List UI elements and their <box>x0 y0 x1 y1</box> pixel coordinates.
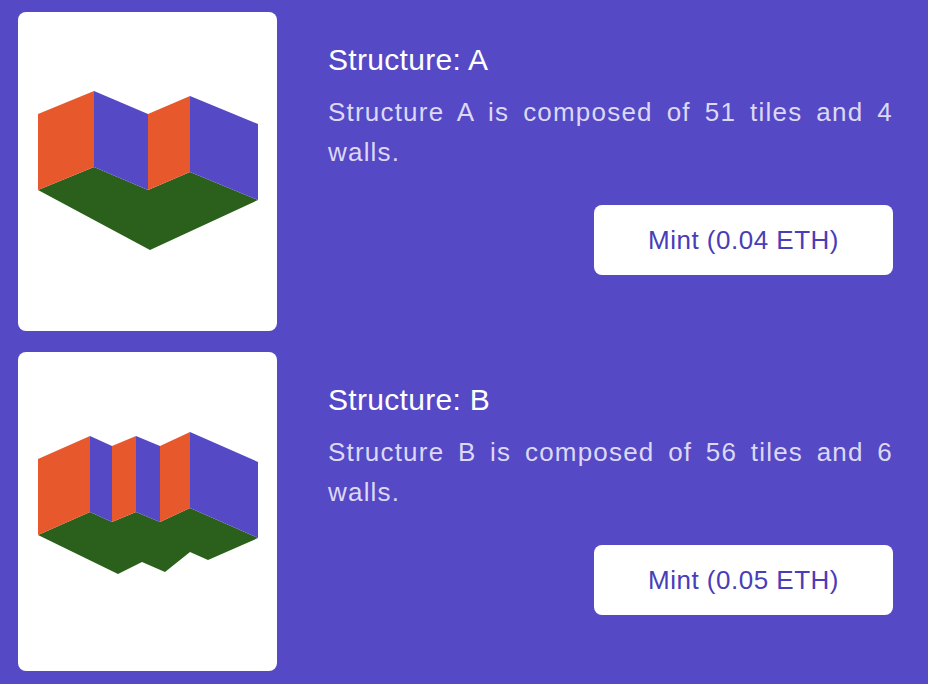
structure-info: Structure: B Structure B is composed of 5… <box>328 352 893 671</box>
wall <box>38 436 90 535</box>
wall <box>90 436 112 522</box>
structure-title: Structure: B <box>328 382 893 418</box>
wall <box>190 96 258 200</box>
structure-figure-icon <box>18 12 277 331</box>
mint-button[interactable]: Mint (0.04 ETH) <box>594 205 893 275</box>
structure-description: Structure B is composed of 56 tiles and … <box>328 432 893 512</box>
structure-card <box>18 352 277 671</box>
structure-info: Structure: A Structure A is composed of 5… <box>328 12 893 331</box>
structure-description: Structure A is composed of 51 tiles and … <box>328 92 893 172</box>
wall <box>94 91 148 190</box>
structure-row: Structure: A Structure A is composed of 5… <box>18 12 893 331</box>
wall <box>160 432 190 522</box>
wall <box>148 96 190 190</box>
structure-row: Structure: B Structure B is composed of 5… <box>18 352 893 671</box>
structure-list: Structure: A Structure A is composed of 5… <box>0 0 928 684</box>
wall <box>38 91 94 190</box>
structure-figure-icon <box>18 352 277 671</box>
structure-card <box>18 12 277 331</box>
wall <box>112 436 136 522</box>
mint-button[interactable]: Mint (0.05 ETH) <box>594 545 893 615</box>
wall <box>190 432 258 538</box>
wall <box>136 436 160 522</box>
structure-title: Structure: A <box>328 42 893 78</box>
